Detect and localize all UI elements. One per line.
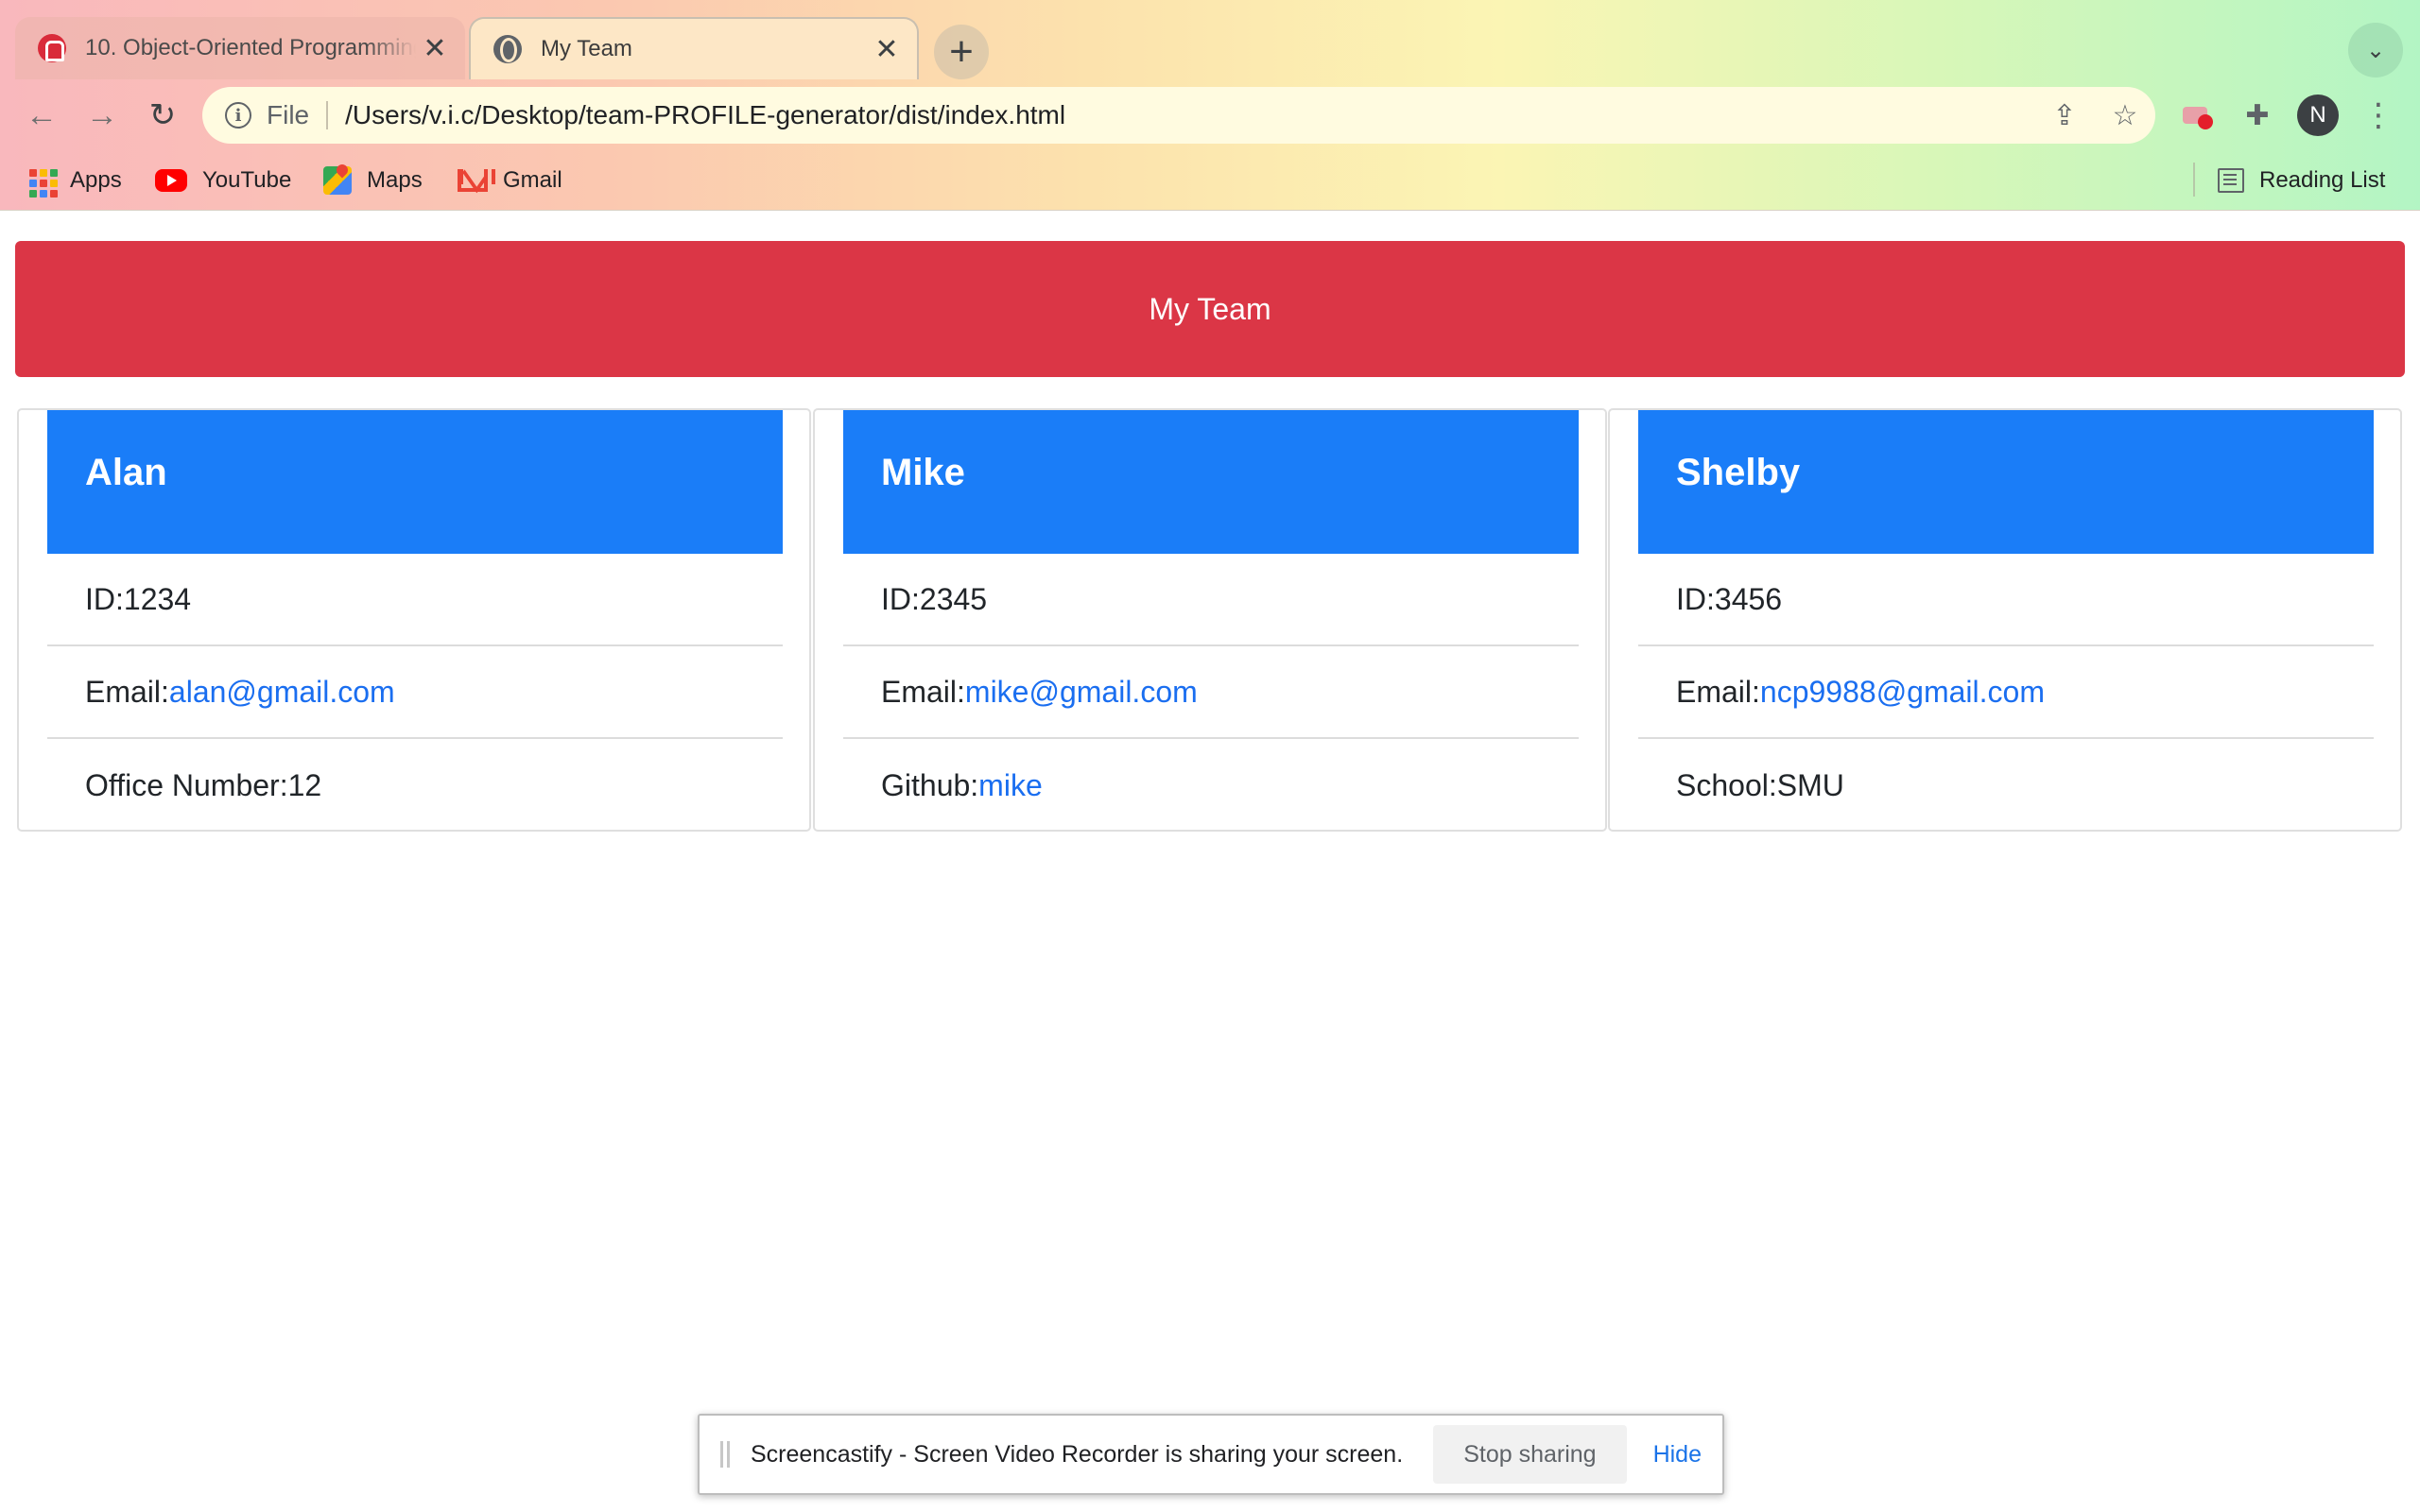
bookmark-label: YouTube <box>202 167 292 193</box>
tab-strip: 10. Object-Oriented Programming ✕ My Tea… <box>0 0 2420 79</box>
id-label: ID: <box>1676 581 1715 616</box>
office-label: Office Number: <box>85 767 288 802</box>
close-icon[interactable]: ✕ <box>416 32 454 65</box>
course-favicon-icon <box>38 34 66 62</box>
bookmark-label: Apps <box>70 167 122 193</box>
divider <box>2193 163 2195 197</box>
bookmark-label: Maps <box>367 167 423 193</box>
star-icon[interactable]: ☆ <box>2095 99 2155 132</box>
employee-details: ID: 1234 Email: alan@gmail.com Office Numb… <box>47 554 783 832</box>
tab-oop[interactable]: 10. Object-Oriented Programming ✕ <box>15 17 465 79</box>
employee-office-number: Office Number: 12 <box>47 739 783 832</box>
screencastify-extension-icon[interactable] <box>2172 93 2218 138</box>
page-title: My Team <box>1149 291 1271 326</box>
employee-school: School: SMU <box>1638 739 2374 832</box>
email-label: Email: <box>1676 674 1760 709</box>
menu-kebab-icon[interactable]: ⋮ <box>2356 93 2401 138</box>
reading-list-label: Reading List <box>2259 167 2386 193</box>
browser-toolbar: ← → ↻ i File /Users/v.i.c/Desktop/team-P… <box>0 79 2420 151</box>
github-link[interactable]: mike <box>978 768 1043 803</box>
drag-handle[interactable] <box>720 1441 730 1468</box>
hide-button[interactable]: Hide <box>1653 1441 1702 1469</box>
employee-id: ID: 1234 <box>47 554 783 646</box>
bookmark-apps[interactable]: Apps <box>26 164 122 198</box>
back-button[interactable]: ← <box>19 93 64 138</box>
info-icon[interactable]: i <box>225 102 251 129</box>
employee-name: Shelby <box>1638 410 2374 554</box>
page-header: My Team <box>15 241 2405 377</box>
employee-id: ID: 3456 <box>1638 554 2374 646</box>
employee-id: ID: 2345 <box>843 554 1579 646</box>
address-bar[interactable]: i File /Users/v.i.c/Desktop/team-PROFILE… <box>202 87 2155 144</box>
office-value: 12 <box>287 767 322 802</box>
id-label: ID: <box>881 581 920 616</box>
scheme-label: File <box>267 100 310 129</box>
divider <box>326 101 329 129</box>
screen-sharing-bar: Screencastify - Screen Video Recorder is… <box>698 1414 1724 1495</box>
profile-avatar[interactable]: N <box>2297 94 2339 136</box>
school-value: SMU <box>1776 767 1844 802</box>
employee-card-intern: Shelby ID: 3456 Email: ncp9988@gmail.com S… <box>1608 408 2402 832</box>
tab-title: My Team <box>541 36 632 61</box>
share-icon[interactable]: ⇪ <box>2034 99 2095 132</box>
employee-details: ID: 2345 Email: mike@gmail.com Github: mike <box>843 554 1579 832</box>
new-tab-button[interactable]: + <box>934 25 989 79</box>
close-icon[interactable]: ✕ <box>868 33 906 66</box>
stop-sharing-button[interactable]: Stop sharing <box>1433 1425 1627 1484</box>
apps-icon <box>26 166 58 198</box>
employee-name: Alan <box>47 410 783 554</box>
employee-email: Email: alan@gmail.com <box>47 646 783 739</box>
maps-icon <box>323 166 352 195</box>
bookmark-gmail[interactable]: Gmail <box>458 164 562 197</box>
email-label: Email: <box>85 674 169 709</box>
github-label: Github: <box>881 767 979 802</box>
bookmark-youtube[interactable]: YouTube <box>155 164 291 197</box>
reading-list-button[interactable]: Reading List <box>2218 164 2385 197</box>
browser-chrome: 10. Object-Oriented Programming ✕ My Tea… <box>0 0 2420 211</box>
id-label: ID: <box>85 581 124 616</box>
arrow-right-icon: → <box>86 96 118 133</box>
gmail-icon <box>458 169 495 192</box>
url-text[interactable]: /Users/v.i.c/Desktop/team-PROFILE-genera… <box>345 100 2034 130</box>
reload-button[interactable]: ↻ <box>140 93 185 138</box>
employee-details: ID: 3456 Email: ncp9988@gmail.com School: S… <box>1638 554 2374 832</box>
tab-title: 10. Object-Oriented Programming <box>85 35 416 60</box>
employee-email: Email: ncp9988@gmail.com <box>1638 646 2374 739</box>
forward-button[interactable]: → <box>79 93 125 138</box>
plus-icon: + <box>949 28 974 75</box>
tab-my-team[interactable]: My Team ✕ <box>469 17 919 79</box>
id-value: 3456 <box>1714 581 1783 616</box>
employee-email: Email: mike@gmail.com <box>843 646 1579 739</box>
record-icon <box>2183 107 2213 129</box>
employee-card-manager: Alan ID: 1234 Email: alan@gmail.com Office… <box>17 408 811 832</box>
employee-github: Github: mike <box>843 739 1579 832</box>
id-value: 2345 <box>919 581 988 616</box>
bookmark-maps[interactable]: Maps <box>323 164 423 197</box>
bookmarks-bar: Apps YouTube Maps Gmail Reading List <box>0 151 2420 210</box>
email-label: Email: <box>881 674 965 709</box>
reload-icon: ↻ <box>148 97 177 133</box>
email-link[interactable]: mike@gmail.com <box>965 675 1198 710</box>
youtube-icon <box>155 169 187 192</box>
employee-name: Mike <box>843 410 1579 554</box>
email-link[interactable]: ncp9988@gmail.com <box>1760 675 2045 710</box>
bookmark-label: Gmail <box>503 167 562 193</box>
reading-list-icon <box>2218 168 2244 193</box>
email-link[interactable]: alan@gmail.com <box>169 675 395 710</box>
extensions-puzzle-icon[interactable]: ✚ <box>2235 93 2280 138</box>
sharing-message: Screencastify - Screen Video Recorder is… <box>751 1440 1404 1468</box>
tab-search-button[interactable]: ⌄ <box>2348 23 2403 77</box>
arrow-left-icon: ← <box>26 96 58 133</box>
id-value: 1234 <box>123 581 192 616</box>
employee-card-engineer: Mike ID: 2345 Email: mike@gmail.com Github… <box>813 408 1607 832</box>
globe-icon <box>493 35 522 63</box>
page-content: My Team Alan ID: 1234 Email: alan@gmail.co… <box>0 211 2420 1512</box>
chevron-down-icon: ⌄ <box>2365 37 2386 63</box>
school-label: School: <box>1676 767 1777 802</box>
